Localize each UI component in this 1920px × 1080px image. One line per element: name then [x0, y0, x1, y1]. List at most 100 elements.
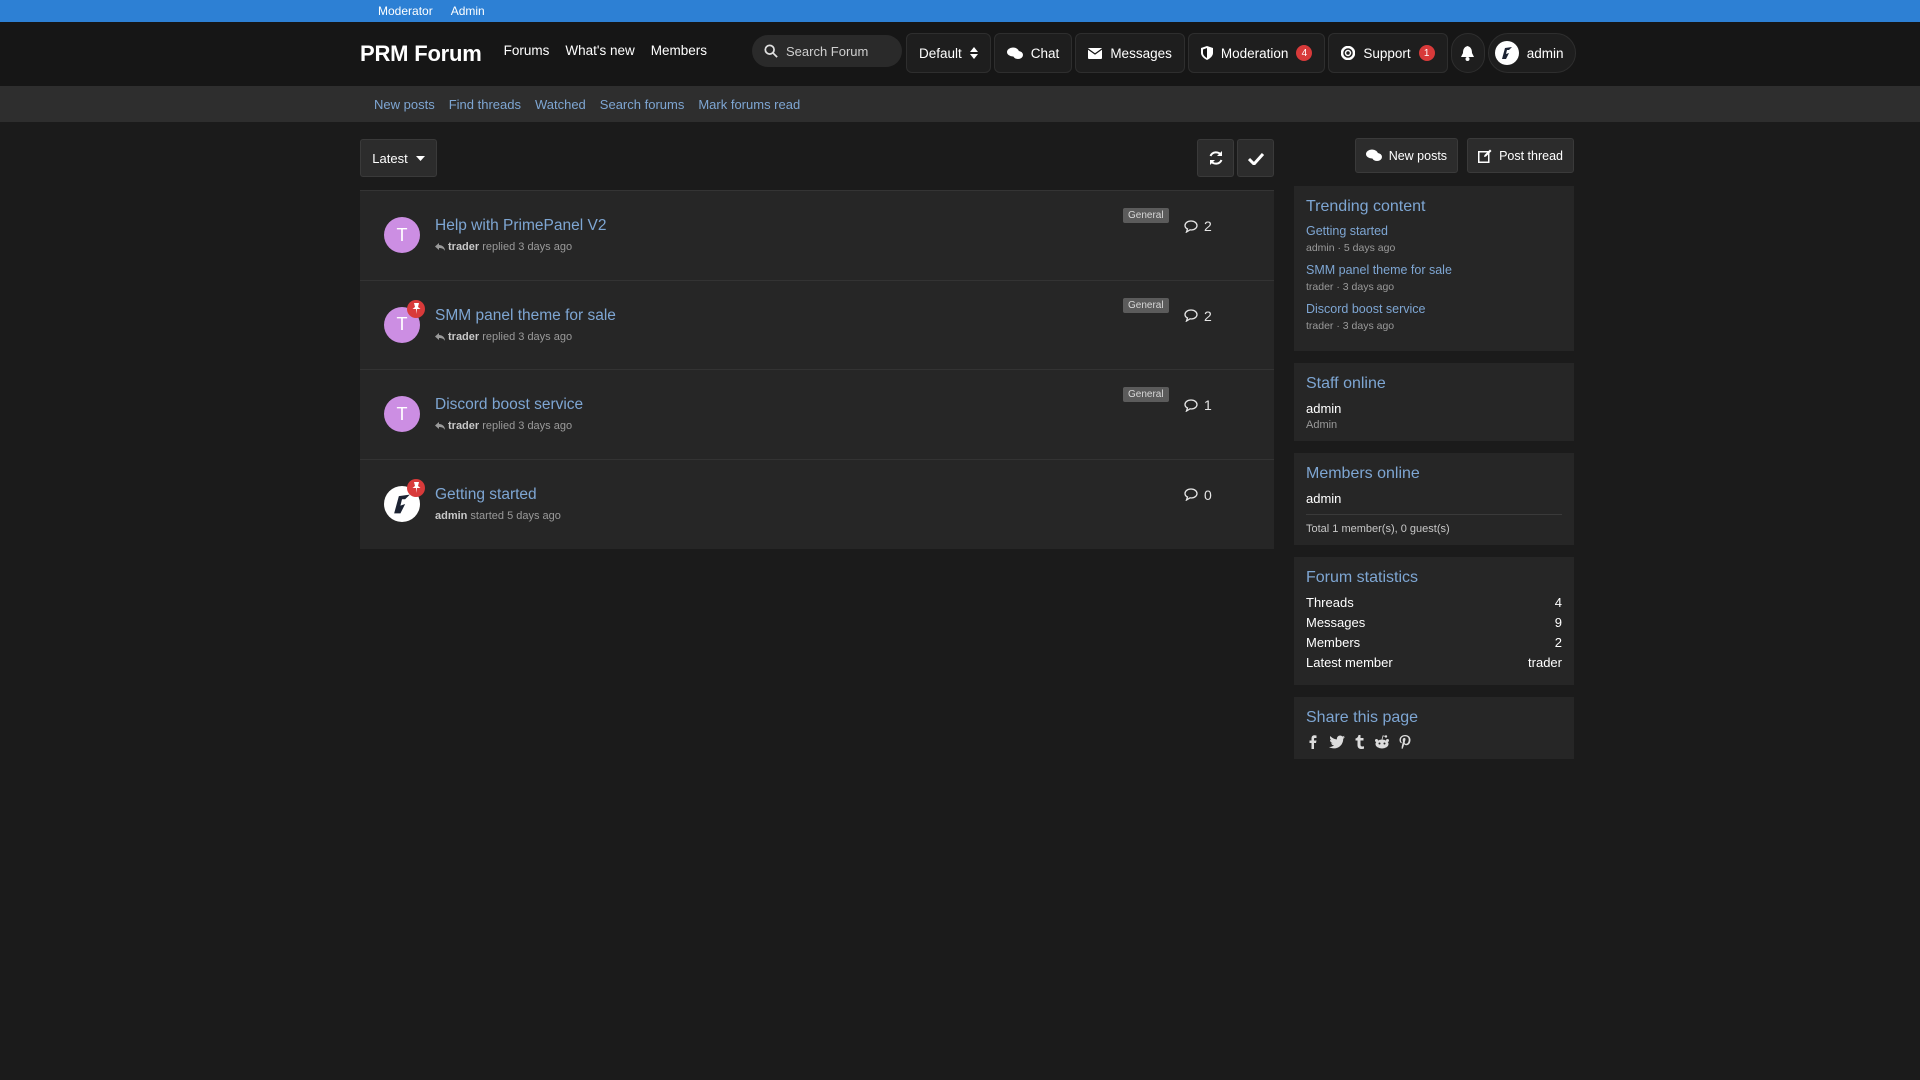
envelope-icon — [1088, 47, 1103, 59]
reply-count-value: 2 — [1204, 307, 1212, 324]
shield-icon — [1200, 46, 1213, 60]
edit-icon — [1478, 149, 1492, 163]
reply-count: 2 — [1184, 308, 1212, 324]
list-item: SMM panel theme for sale trader · 3 days… — [1306, 263, 1562, 293]
subnav-mark-read[interactable]: Mark forums read — [698, 97, 800, 112]
chat-label: Chat — [1030, 45, 1060, 61]
refresh-button[interactable] — [1197, 139, 1234, 177]
nav-forums[interactable]: Forums — [504, 43, 550, 58]
prefix-badge[interactable]: General — [1123, 387, 1169, 402]
block-title: Share this page — [1306, 709, 1419, 726]
sidebar-actions: New posts Post thread — [1294, 138, 1574, 174]
thread-user[interactable]: trader — [448, 241, 479, 253]
thread-row[interactable]: T Help with PrimePanel V2 trader replied… — [360, 191, 1274, 281]
stat-label: Members — [1306, 635, 1361, 650]
style-chooser-button[interactable]: Default — [906, 33, 991, 73]
prefix-badge[interactable]: General — [1123, 297, 1169, 313]
reply-icon — [435, 422, 445, 430]
stat-value: 4 — [1554, 595, 1562, 610]
member-name[interactable]: admin — [1306, 491, 1562, 515]
block-title[interactable]: Members online — [1306, 465, 1562, 483]
sidebar: New posts Post thread Trending content G… — [1294, 138, 1574, 759]
admin-bar: Moderator Admin — [0, 0, 1920, 22]
latest-member-link[interactable]: trader — [1528, 655, 1562, 670]
thread-row[interactable]: Getting started admin started 5 days ago… — [360, 460, 1274, 550]
thread-meta: admin started 5 days ago — [435, 510, 561, 522]
new-posts-label: New posts — [1388, 148, 1448, 163]
comment-icon — [1184, 398, 1198, 412]
stat-value: 2 — [1554, 635, 1562, 650]
block-title[interactable]: Trending content — [1306, 198, 1562, 216]
site-logo[interactable]: PRM Forum — [360, 41, 482, 67]
tumblr-icon[interactable] — [1354, 735, 1365, 749]
chat-icon — [1365, 149, 1382, 161]
trending-link[interactable]: Discord boost service — [1306, 302, 1562, 316]
avatar[interactable]: T — [384, 396, 420, 432]
post-thread-button[interactable]: Post thread — [1467, 138, 1574, 173]
thread-meta: trader replied 3 days ago — [435, 331, 572, 343]
subnav-watched[interactable]: Watched — [535, 97, 586, 112]
style-label: Default — [919, 45, 962, 61]
reddit-icon[interactable] — [1374, 735, 1390, 749]
subnav-find-threads[interactable]: Find threads — [449, 97, 521, 112]
stat-label: Latest member — [1306, 655, 1393, 670]
subnav-new-posts[interactable]: New posts — [374, 97, 435, 112]
stat-label: Messages — [1306, 615, 1366, 630]
stat-row: Latest member trader — [1306, 655, 1562, 670]
thread-action: replied 3 days ago — [482, 330, 573, 343]
site-header: PRM Forum Forums What's new Members Sear… — [0, 22, 1920, 86]
checkmark-icon — [1247, 152, 1264, 165]
block-title[interactable]: Staff online — [1306, 375, 1562, 393]
trending-link[interactable]: Getting started — [1306, 224, 1562, 238]
mark-read-button[interactable] — [1237, 139, 1274, 177]
thread-title[interactable]: Getting started — [435, 486, 537, 504]
brand-logo-icon — [1501, 47, 1512, 59]
trending-link[interactable]: SMM panel theme for sale — [1306, 263, 1562, 277]
thread-title[interactable]: SMM panel theme for sale — [435, 307, 616, 325]
search-input[interactable]: Search Forum — [752, 35, 902, 67]
staff-name[interactable]: admin — [1306, 401, 1562, 416]
moderation-button[interactable]: Moderation 4 — [1187, 33, 1326, 73]
comment-icon — [1184, 309, 1198, 322]
facebook-icon[interactable] — [1306, 735, 1320, 749]
avatar[interactable]: T — [384, 217, 420, 253]
staff-role: Admin — [1306, 419, 1338, 431]
nav-members[interactable]: Members — [651, 43, 707, 58]
twitter-icon[interactable] — [1329, 735, 1345, 749]
support-label: Support — [1363, 45, 1411, 61]
thread-row[interactable]: T Discord boost service trader replied 3… — [360, 370, 1274, 460]
reply-icon — [435, 332, 445, 341]
thread-title[interactable]: Help with PrimePanel V2 — [435, 217, 606, 235]
prefix-badge[interactable]: General — [1123, 208, 1169, 223]
alerts-button[interactable] — [1450, 33, 1485, 73]
block-title: Forum statistics — [1306, 569, 1419, 586]
user-menu-button[interactable]: admin — [1487, 33, 1577, 73]
search-icon — [764, 44, 778, 58]
post-thread-label: Post thread — [1499, 148, 1563, 163]
stat-row: Threads 4 — [1306, 595, 1562, 610]
sub-nav: New posts Find threads Watched Search fo… — [0, 86, 1920, 122]
support-button[interactable]: Support 1 — [1328, 33, 1448, 73]
subnav-search-forums[interactable]: Search forums — [600, 97, 685, 112]
sort-latest-button[interactable]: Latest — [360, 139, 437, 177]
admin-link[interactable]: Admin — [451, 4, 485, 18]
pinterest-icon[interactable] — [1399, 735, 1411, 749]
thread-title[interactable]: Discord boost service — [435, 396, 583, 414]
messages-button[interactable]: Messages — [1075, 33, 1185, 73]
new-posts-button[interactable]: New posts — [1354, 138, 1459, 173]
thread-user[interactable]: trader — [448, 420, 479, 432]
thread-user[interactable]: trader — [448, 331, 479, 343]
moderator-link[interactable]: Moderator — [378, 4, 433, 18]
search-placeholder: Search Forum — [786, 43, 869, 59]
sort-arrows-icon — [969, 47, 978, 59]
list-item: Discord boost service trader · 3 days ag… — [1306, 302, 1562, 332]
thread-row[interactable]: T SMM panel theme for sale trader replie… — [360, 281, 1274, 370]
lifebuoy-icon — [1341, 46, 1356, 60]
refresh-icon — [1209, 151, 1222, 165]
thread-user[interactable]: admin — [435, 510, 467, 522]
user-avatar — [1494, 41, 1519, 65]
chat-button[interactable]: Chat — [993, 33, 1073, 73]
stat-row: Messages 9 — [1306, 615, 1562, 630]
nav-whats-new[interactable]: What's new — [565, 43, 634, 58]
members-online-block: Members online admin Total 1 member(s), … — [1294, 453, 1574, 545]
